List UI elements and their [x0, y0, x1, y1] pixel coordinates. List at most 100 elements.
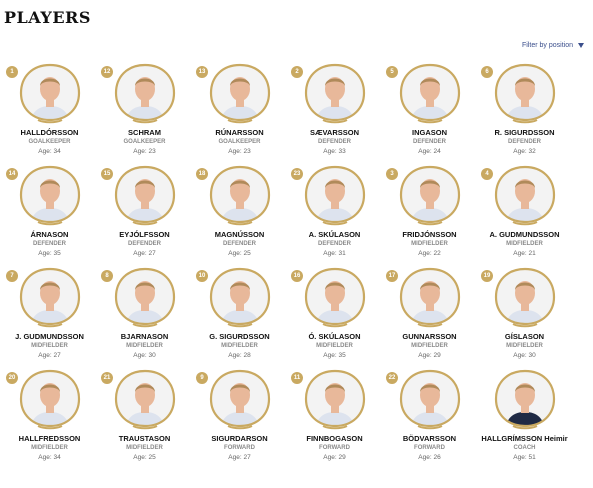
player-position: DEFENDER: [507, 139, 541, 145]
jersey-number-badge: 3: [386, 168, 398, 180]
jersey-number-badge: 19: [481, 270, 493, 282]
age-value: 27: [243, 454, 251, 461]
player-photo: [113, 368, 177, 430]
age-value: 28: [243, 352, 251, 359]
age-value: 31: [338, 250, 346, 257]
player-age: Age: 23: [192, 148, 287, 155]
age-value: 30: [148, 352, 156, 359]
player-card[interactable]: 21 TRAUSTASON MIDFIELDER Age: 25: [97, 366, 192, 468]
age-value: 27: [148, 250, 156, 257]
player-photo: [493, 164, 557, 226]
filter-triangle-icon: [578, 43, 584, 48]
player-card[interactable]: 20 HALLFREDSSON MIDFIELDER Age: 34: [2, 366, 97, 468]
age-prefix: Age:: [513, 352, 529, 359]
jersey-number-badge: 22: [386, 372, 398, 384]
player-name: J. GUDMUNDSSON: [15, 332, 84, 341]
player-name: G. SIGURDSSON: [209, 332, 270, 341]
age-prefix: Age:: [418, 250, 434, 257]
player-name: FRIDJÓNSSON: [402, 230, 457, 239]
player-photo: [398, 62, 462, 124]
player-name: TRAUSTASON: [118, 434, 171, 443]
player-name: R. SIGURDSSON: [494, 128, 555, 137]
player-position: FORWARD: [319, 445, 350, 451]
player-card[interactable]: 18 MAGNÚSSON DEFENDER Age: 25: [192, 162, 287, 264]
player-card[interactable]: 17 GUNNARSSON MIDFIELDER Age: 29: [382, 264, 477, 366]
age-prefix: Age:: [38, 148, 54, 155]
player-name: FINNBOGASON: [306, 434, 363, 443]
player-card[interactable]: 7 J. GUDMUNDSSON MIDFIELDER Age: 27: [2, 264, 97, 366]
player-age: Age: 22: [382, 250, 477, 257]
player-card[interactable]: 19 GÍSLASON MIDFIELDER Age: 30: [477, 264, 572, 366]
page-title: PLAYERS: [4, 8, 91, 27]
player-name: SIGURDARSON: [211, 434, 268, 443]
age-prefix: Age:: [38, 454, 54, 461]
player-position: MIDFIELDER: [506, 241, 543, 247]
player-card[interactable]: 2 SÆVARSSON DEFENDER Age: 33: [287, 60, 382, 162]
age-prefix: Age:: [133, 250, 149, 257]
player-position: DEFENDER: [127, 241, 161, 247]
player-photo: [493, 62, 557, 124]
player-photo: [208, 164, 272, 226]
player-age: Age: 27: [192, 454, 287, 461]
player-age: Age: 31: [287, 250, 382, 257]
jersey-number-badge: 14: [6, 168, 18, 180]
player-position: MIDFIELDER: [31, 343, 68, 349]
player-photo: [303, 62, 367, 124]
player-card[interactable]: 15 EYJÓLFSSON DEFENDER Age: 27: [97, 162, 192, 264]
player-card[interactable]: 13 RÚNARSSON GOALKEEPER Age: 23: [192, 60, 287, 162]
player-name: A. GUDMUNDSSON: [489, 230, 560, 239]
age-prefix: Age:: [323, 148, 339, 155]
player-age: Age: 32: [477, 148, 572, 155]
player-name: MAGNÚSSON: [214, 230, 265, 239]
filter-label: Filter by position: [522, 42, 573, 49]
age-prefix: Age:: [323, 352, 339, 359]
player-photo: [18, 62, 82, 124]
jersey-number-badge: 11: [291, 372, 303, 384]
age-prefix: Age:: [323, 250, 339, 257]
filter-by-position-dropdown[interactable]: Filter by position: [522, 42, 584, 49]
player-position: GOALKEEPER: [218, 139, 261, 145]
jersey-number-badge: 9: [196, 372, 208, 384]
player-age: Age: 25: [97, 454, 192, 461]
player-card[interactable]: 8 BJARNASON MIDFIELDER Age: 30: [97, 264, 192, 366]
age-value: 34: [53, 148, 61, 155]
player-position: FORWARD: [224, 445, 255, 451]
player-card[interactable]: 5 INGASON DEFENDER Age: 24: [382, 60, 477, 162]
player-name: A. SKÚLASON: [308, 230, 361, 239]
jersey-number-badge: 20: [6, 372, 18, 384]
age-prefix: Age:: [133, 454, 149, 461]
player-card[interactable]: 16 Ó. SKÚLASON MIDFIELDER Age: 35: [287, 264, 382, 366]
player-photo: [208, 62, 272, 124]
player-position: DEFENDER: [317, 241, 351, 247]
player-position: MIDFIELDER: [411, 241, 448, 247]
player-photo: [113, 164, 177, 226]
player-card[interactable]: 11 FINNBOGASON FORWARD Age: 29: [287, 366, 382, 468]
player-card[interactable]: 12 SCHRAM GOALKEEPER Age: 23: [97, 60, 192, 162]
age-value: 24: [433, 148, 441, 155]
player-card[interactable]: 14 ÁRNASON DEFENDER Age: 35: [2, 162, 97, 264]
player-card[interactable]: HALLGRÍMSSON Heimir COACH Age: 51: [477, 366, 572, 468]
player-photo: [303, 164, 367, 226]
player-card[interactable]: 3 FRIDJÓNSSON MIDFIELDER Age: 22: [382, 162, 477, 264]
player-card[interactable]: 1 HALLDÓRSSON GOALKEEPER Age: 34: [2, 60, 97, 162]
player-age: Age: 33: [287, 148, 382, 155]
player-photo: [18, 164, 82, 226]
jersey-number-badge: 23: [291, 168, 303, 180]
player-age: Age: 21: [477, 250, 572, 257]
player-card[interactable]: 4 A. GUDMUNDSSON MIDFIELDER Age: 21: [477, 162, 572, 264]
age-prefix: Age:: [133, 148, 149, 155]
age-prefix: Age:: [513, 148, 529, 155]
player-card[interactable]: 9 SIGURDARSON FORWARD Age: 27: [192, 366, 287, 468]
jersey-number-badge: 21: [101, 372, 113, 384]
age-prefix: Age:: [418, 352, 434, 359]
player-card[interactable]: 22 BÖDVARSSON FORWARD Age: 26: [382, 366, 477, 468]
player-name: HALLDÓRSSON: [20, 128, 79, 137]
age-value: 30: [528, 352, 536, 359]
player-card[interactable]: 6 R. SIGURDSSON DEFENDER Age: 32: [477, 60, 572, 162]
player-position: MIDFIELDER: [506, 343, 543, 349]
player-card[interactable]: 23 A. SKÚLASON DEFENDER Age: 31: [287, 162, 382, 264]
jersey-number-badge: 6: [481, 66, 493, 78]
age-value: 35: [338, 352, 346, 359]
player-age: Age: 34: [2, 148, 97, 155]
player-card[interactable]: 10 G. SIGURDSSON MIDFIELDER Age: 28: [192, 264, 287, 366]
